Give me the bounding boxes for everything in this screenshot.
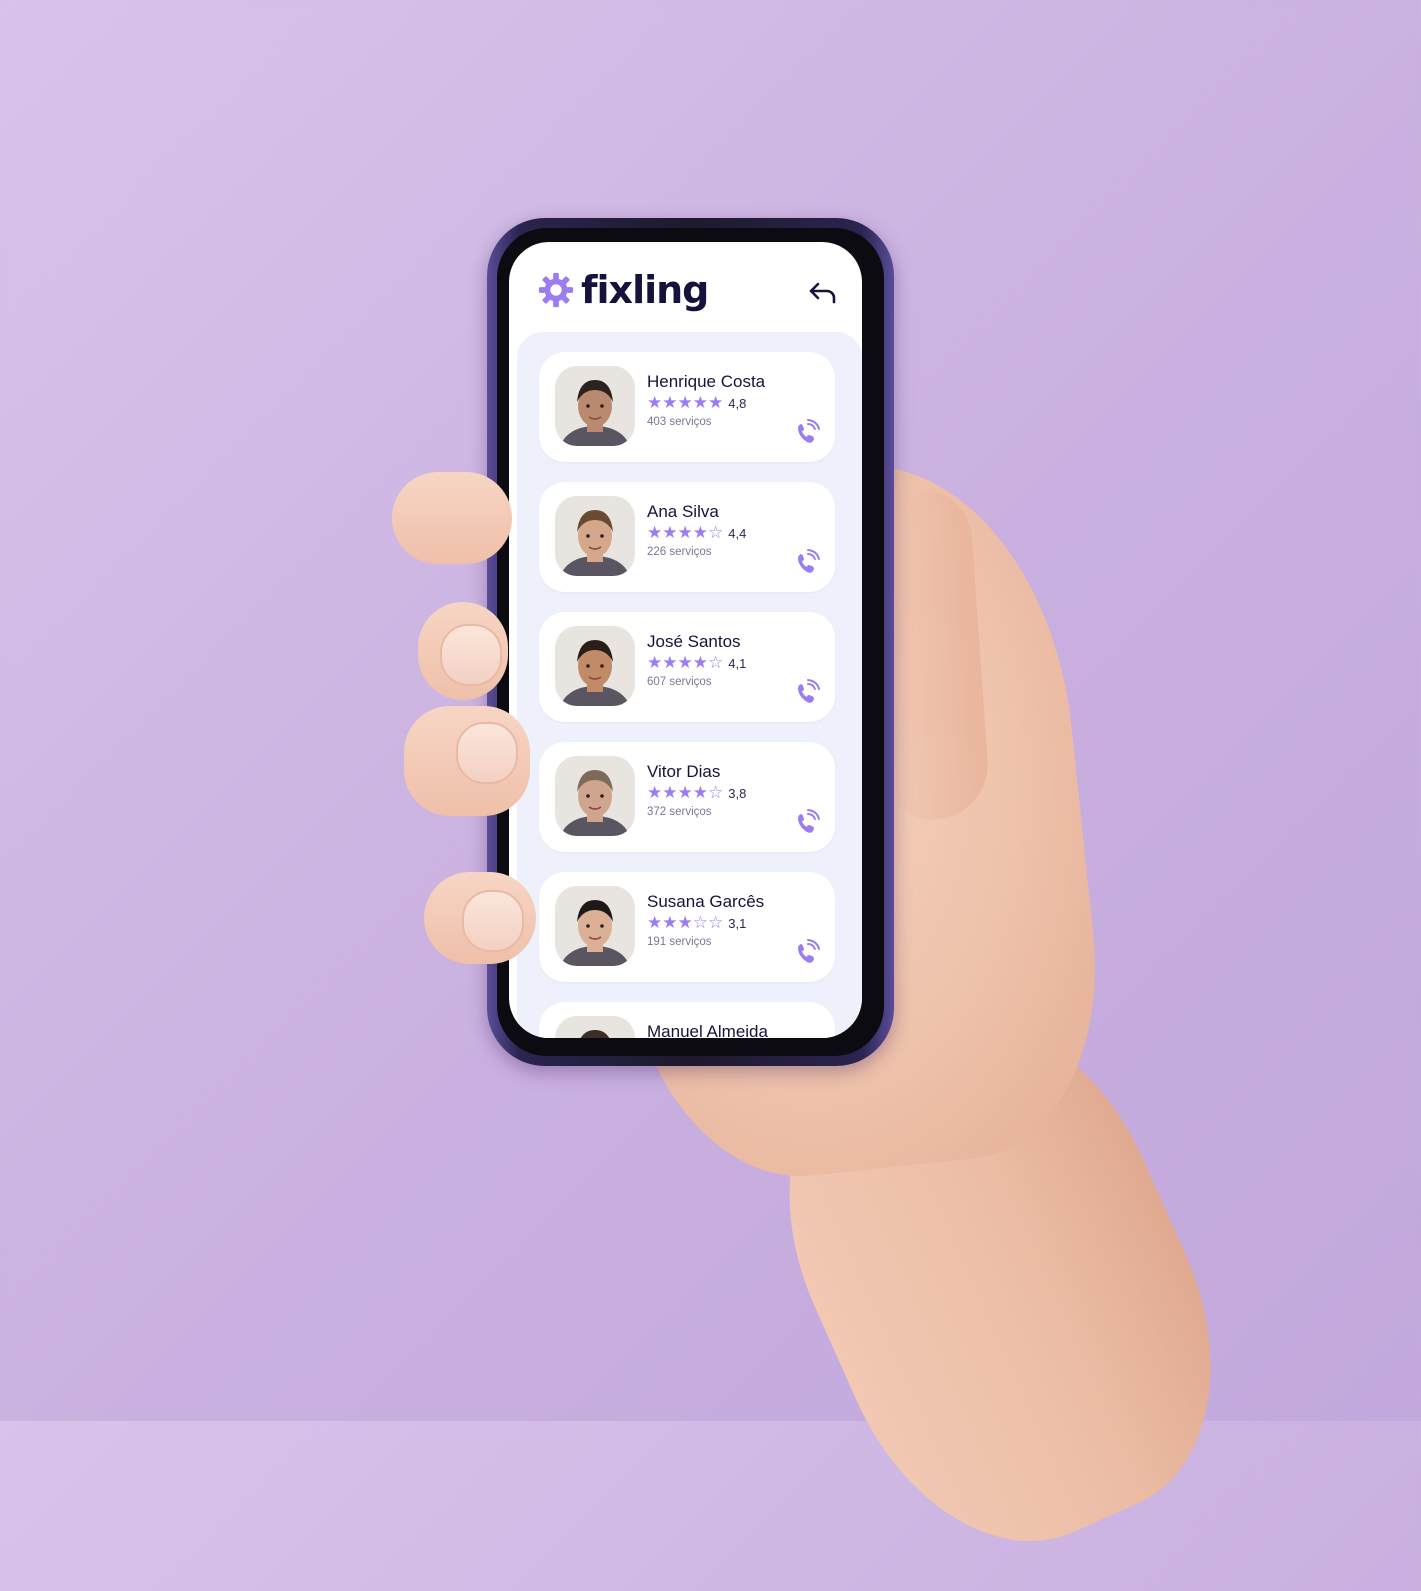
star-filled-icon: ★ — [647, 653, 663, 672]
worker-avatar — [555, 756, 635, 836]
app-name: fixling — [581, 268, 709, 312]
call-phone-icon[interactable] — [791, 678, 821, 708]
star-filled-icon: ★ — [692, 393, 708, 412]
star-filled-icon: ★ — [677, 523, 693, 542]
services-count: 372 serviços — [647, 806, 712, 818]
star-filled-icon: ★ — [692, 783, 708, 802]
star-filled-icon: ★ — [708, 393, 724, 412]
worker-card[interactable]: Henrique Costa ★ ★ ★ ★ ★ 4,8 403 serviços — [539, 352, 835, 462]
star-filled-icon: ★ — [647, 783, 663, 802]
rating-value: 4,4 — [728, 525, 747, 541]
star-empty-icon: ☆ — [708, 783, 724, 802]
call-phone-icon[interactable] — [791, 418, 821, 448]
star-empty-icon: ☆ — [708, 523, 724, 542]
worker-card[interactable]: Susana Garcês ★ ★ ★ ☆ ☆ 3,1 191 serviços — [539, 872, 835, 982]
star-filled-icon: ★ — [692, 523, 708, 542]
call-phone-icon[interactable] — [791, 548, 821, 578]
worker-card[interactable]: Vitor Dias ★ ★ ★ ★ ☆ 3,8 372 serviços — [539, 742, 835, 852]
services-count: 403 serviços — [647, 416, 712, 428]
worker-card[interactable]: Ana Silva ★ ★ ★ ★ ☆ 4,4 226 serviços — [539, 482, 835, 592]
call-phone-icon[interactable] — [791, 808, 821, 838]
rating-stars: ★ ★ ★ ★ ☆ 4,4 — [647, 524, 746, 542]
services-count: 226 serviços — [647, 546, 712, 558]
worker-avatar — [555, 366, 635, 446]
services-count: 607 serviços — [647, 676, 712, 688]
hand-finger-ring — [404, 706, 530, 816]
star-empty-icon: ☆ — [692, 913, 708, 932]
services-count: 191 serviços — [647, 936, 712, 948]
worker-card[interactable]: Manuel Almeida — [539, 1002, 835, 1038]
star-filled-icon: ★ — [677, 783, 693, 802]
star-filled-icon: ★ — [677, 913, 693, 932]
call-phone-icon[interactable] — [791, 938, 821, 968]
app-logo: fixling — [537, 268, 709, 312]
star-empty-icon: ☆ — [708, 653, 724, 672]
worker-name: Henrique Costa — [647, 372, 766, 391]
rating-stars: ★ ★ ★ ★ ★ 4,8 — [647, 394, 746, 412]
worker-name: Susana Garcês — [647, 892, 765, 911]
star-filled-icon: ★ — [662, 653, 678, 672]
phone-device: fixling Henrique Costa ★ ★ ★ ★ ★ 4,8 403 serviç… — [487, 218, 894, 1066]
worker-name: José Santos — [647, 632, 741, 651]
worker-avatar — [555, 1016, 635, 1038]
rating-value: 4,1 — [728, 655, 747, 671]
worker-name: Ana Silva — [647, 502, 719, 521]
gear-icon — [538, 272, 574, 308]
back-arrow-icon[interactable] — [806, 276, 840, 310]
worker-avatar — [555, 496, 635, 576]
star-filled-icon: ★ — [662, 913, 678, 932]
star-filled-icon: ★ — [647, 523, 663, 542]
app-header: fixling — [509, 242, 862, 342]
rating-stars: ★ ★ ★ ☆ ☆ 3,1 — [647, 914, 746, 932]
hand-finger-index — [392, 472, 512, 564]
worker-avatar — [555, 886, 635, 966]
star-filled-icon: ★ — [662, 523, 678, 542]
star-filled-icon: ★ — [662, 783, 678, 802]
star-filled-icon: ★ — [647, 913, 663, 932]
star-filled-icon: ★ — [662, 393, 678, 412]
worker-name: Vitor Dias — [647, 762, 721, 781]
worker-card[interactable]: José Santos ★ ★ ★ ★ ☆ 4,1 607 serviços — [539, 612, 835, 722]
rating-value: 3,8 — [728, 785, 747, 801]
star-filled-icon: ★ — [647, 393, 663, 412]
worker-avatar — [555, 626, 635, 706]
worker-name: Manuel Almeida — [647, 1022, 768, 1038]
star-filled-icon: ★ — [692, 653, 708, 672]
star-empty-icon: ☆ — [708, 913, 724, 932]
hand-finger-middle — [418, 602, 508, 700]
rating-value: 3,1 — [728, 915, 747, 931]
rating-value: 4,8 — [728, 395, 747, 411]
app-screen: fixling Henrique Costa ★ ★ ★ ★ ★ 4,8 403 serviç… — [509, 242, 862, 1038]
star-filled-icon: ★ — [677, 393, 693, 412]
rating-stars: ★ ★ ★ ★ ☆ 4,1 — [647, 654, 746, 672]
worker-list: Henrique Costa ★ ★ ★ ★ ★ 4,8 403 serviços Ana Si… — [517, 332, 862, 1038]
rating-stars: ★ ★ ★ ★ ☆ 3,8 — [647, 784, 746, 802]
star-filled-icon: ★ — [677, 653, 693, 672]
hand-finger-little — [424, 872, 536, 964]
